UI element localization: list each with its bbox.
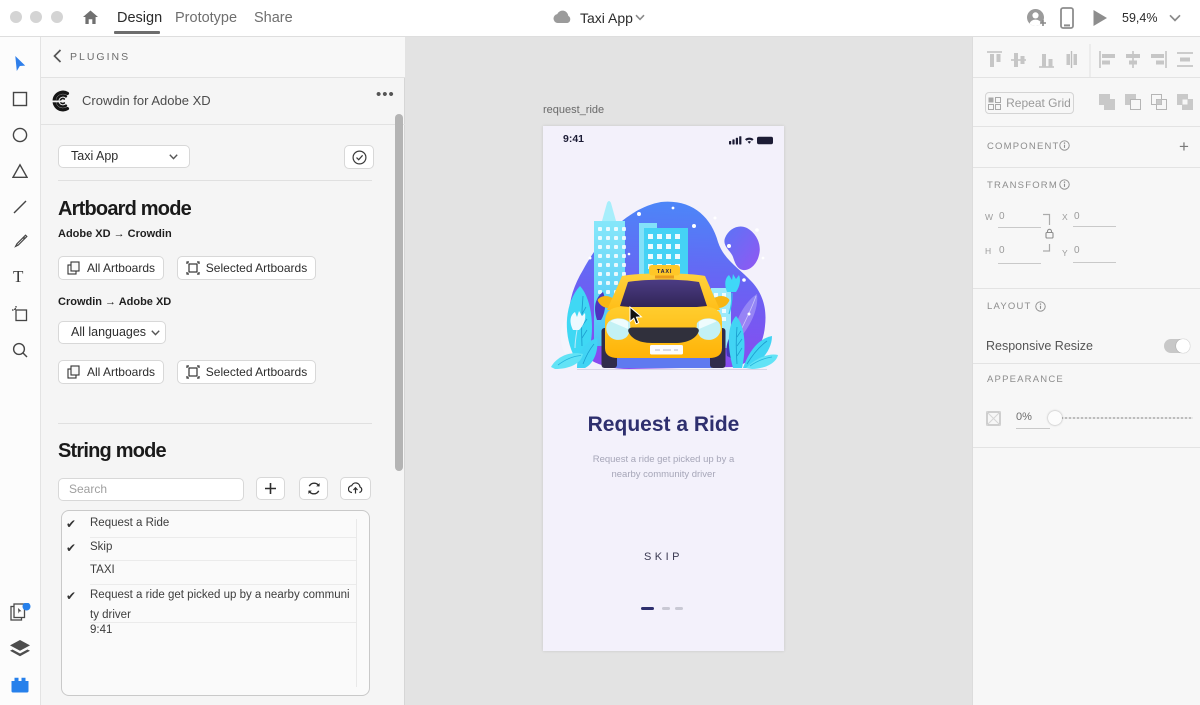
svg-text:TAXI: TAXI (657, 269, 672, 275)
